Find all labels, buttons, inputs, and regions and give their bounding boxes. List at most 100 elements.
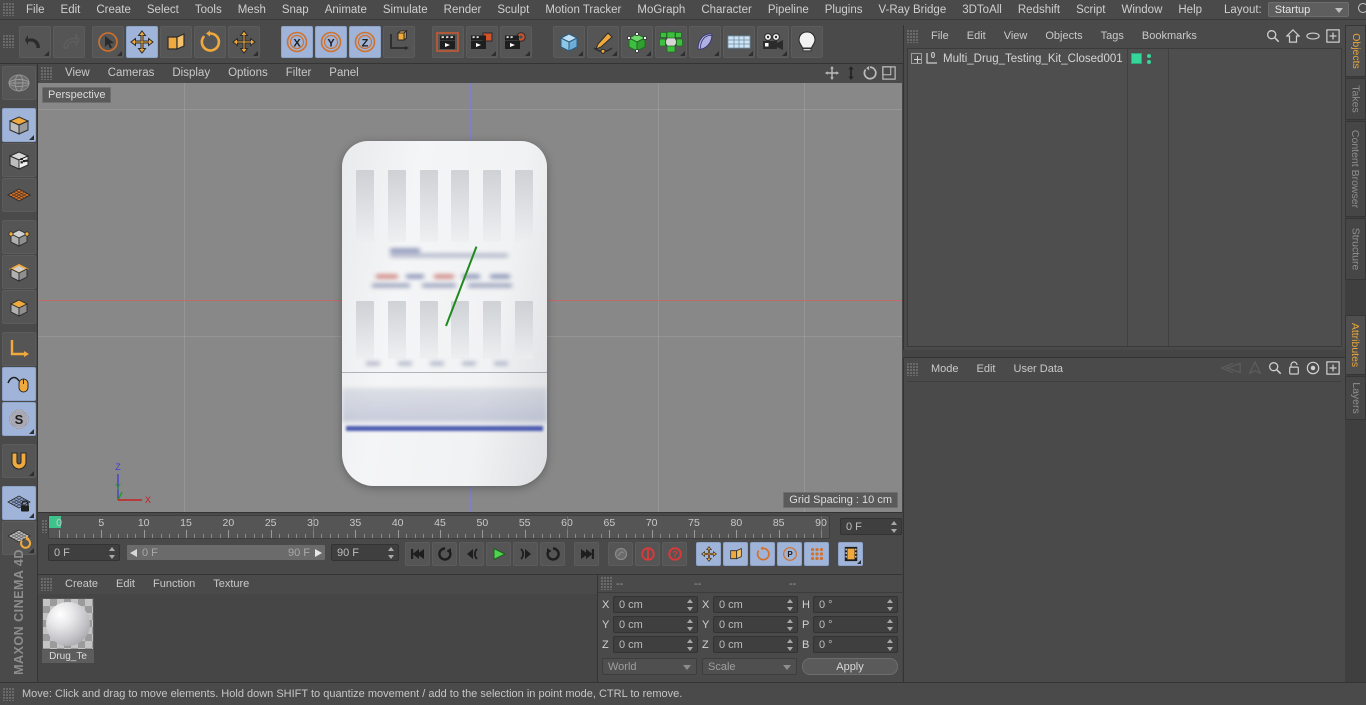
spinner-icon[interactable] [891, 521, 898, 533]
material-manager-grip[interactable] [41, 577, 52, 591]
go-to-end-button[interactable] [574, 542, 599, 566]
camera-button[interactable] [757, 25, 789, 58]
frame-field-right[interactable]: 0 F [840, 518, 902, 535]
timeline-toggle-button[interactable] [838, 542, 863, 566]
menu-snap[interactable]: Snap [274, 0, 317, 20]
workplane-lock-button[interactable] [1, 486, 36, 520]
menu-redshift[interactable]: Redshift [1010, 0, 1068, 20]
menu-render[interactable]: Render [436, 0, 490, 20]
position-x-field[interactable]: 0 cm [613, 596, 698, 613]
green-material-tag-icon[interactable] [1130, 53, 1142, 64]
vertical-tab-objects[interactable]: Objects [1345, 25, 1366, 77]
expand-toggle-icon[interactable] [911, 53, 922, 64]
next-key-button[interactable] [513, 542, 538, 566]
polygons-mode-button[interactable] [1, 290, 36, 324]
menu-animate[interactable]: Animate [317, 0, 375, 20]
material-menu-texture[interactable]: Texture [204, 575, 258, 593]
viewport-menubar-grip[interactable] [41, 67, 52, 80]
viewport-menu-panel[interactable]: Panel [320, 64, 367, 83]
object-menu-tags[interactable]: Tags [1092, 25, 1133, 47]
menu-character[interactable]: Character [693, 0, 760, 20]
range-right-arrow-icon[interactable] [314, 548, 322, 557]
target-icon[interactable] [1306, 361, 1320, 375]
spinner-icon[interactable] [388, 547, 395, 559]
toolbar-grip[interactable] [3, 35, 14, 48]
tag-dots-icon[interactable] [1146, 53, 1151, 64]
light-button[interactable] [791, 25, 823, 58]
spline-pen-button[interactable] [587, 25, 619, 58]
object-tree[interactable]: 0 Multi_Drug_Testing_Kit_Closed001 [907, 48, 1342, 347]
spinner-icon[interactable] [109, 547, 116, 559]
menubar-grip[interactable] [3, 3, 14, 16]
viewport-menu-filter[interactable]: Filter [277, 64, 321, 83]
object-menu-bookmarks[interactable]: Bookmarks [1133, 25, 1206, 47]
spinner-icon[interactable] [887, 619, 894, 631]
object-axis-button[interactable] [1, 332, 36, 366]
points-mode-button[interactable] [1, 220, 36, 254]
size-mode-dropdown[interactable]: Scale [702, 658, 797, 675]
world-object-coordinates-button[interactable] [383, 25, 415, 58]
scale-key-button[interactable] [723, 542, 748, 566]
render-to-picture-viewer-button[interactable] [466, 25, 498, 58]
viewport-menu-cameras[interactable]: Cameras [99, 64, 164, 83]
object-menu-objects[interactable]: Objects [1036, 25, 1091, 47]
bend-deformer-button[interactable] [689, 25, 721, 58]
lock-y-axis-button[interactable]: Y [315, 25, 347, 58]
go-to-start-button[interactable] [405, 542, 430, 566]
vertical-tab-takes[interactable]: Takes [1345, 78, 1366, 120]
live-selection-button[interactable] [92, 25, 124, 58]
attribute-manager-grip[interactable] [907, 362, 918, 376]
lock-z-axis-button[interactable]: Z [349, 25, 381, 58]
multi-drug-testing-kit-model[interactable] [342, 141, 547, 486]
menu-simulate[interactable]: Simulate [375, 0, 436, 20]
position-y-field[interactable]: 0 cm [613, 616, 698, 633]
material-menu-function[interactable]: Function [144, 575, 204, 593]
move-tool-button[interactable] [126, 25, 158, 58]
back-nav-icon[interactable] [1220, 361, 1242, 375]
previous-key-button[interactable] [459, 542, 484, 566]
viewport-solo-button[interactable] [1, 367, 36, 401]
material-list[interactable]: Drug_Te [38, 594, 597, 682]
spinner-icon[interactable] [687, 639, 694, 651]
maximize-icon[interactable] [882, 66, 896, 80]
attribute-menu-mode[interactable]: Mode [922, 358, 968, 380]
point-level-animation-button[interactable] [804, 542, 829, 566]
rotate-tool-button[interactable] [194, 25, 226, 58]
rotation-h-field[interactable]: 0 ° [813, 596, 898, 613]
apply-button[interactable]: Apply [802, 658, 898, 675]
coordinate-system-dropdown[interactable]: World [602, 658, 697, 675]
menu-motion-tracker[interactable]: Motion Tracker [537, 0, 629, 20]
material-menu-create[interactable]: Create [56, 575, 107, 593]
rotate-icon[interactable] [863, 66, 877, 80]
search-icon[interactable] [1357, 2, 1366, 17]
undo-button[interactable] [19, 25, 51, 58]
rotation-key-button[interactable] [750, 542, 775, 566]
menu-window[interactable]: Window [1113, 0, 1170, 20]
status-bar-grip[interactable] [3, 687, 14, 701]
object-menu-file[interactable]: File [922, 25, 958, 47]
pan-icon[interactable] [825, 66, 839, 80]
material-item[interactable]: Drug_Te [42, 598, 94, 663]
end-frame-field[interactable]: 90 F [331, 544, 399, 561]
attribute-content-area[interactable] [907, 381, 1342, 679]
rotation-b-field[interactable]: 0 ° [813, 636, 898, 653]
play-reverse-loop-button[interactable] [432, 542, 457, 566]
edges-mode-button[interactable] [1, 255, 36, 289]
menu-3dtoall[interactable]: 3DToAll [954, 0, 1010, 20]
menu-pipeline[interactable]: Pipeline [760, 0, 817, 20]
play-forward-loop-button[interactable] [540, 542, 565, 566]
menu-plugins[interactable]: Plugins [817, 0, 871, 20]
size-x-field[interactable]: 0 cm [713, 596, 798, 613]
attribute-menu-edit[interactable]: Edit [968, 358, 1005, 380]
spinner-icon[interactable] [687, 599, 694, 611]
viewport-menu-options[interactable]: Options [219, 64, 277, 83]
coordinates-grip[interactable] [601, 577, 612, 590]
object-manager-grip[interactable] [907, 29, 918, 43]
search-icon[interactable] [1268, 361, 1282, 375]
fit-icon[interactable] [1326, 361, 1340, 375]
vertical-tab-layers[interactable]: Layers [1345, 376, 1366, 420]
object-menu-edit[interactable]: Edit [958, 25, 995, 47]
spinner-icon[interactable] [687, 619, 694, 631]
object-row[interactable]: 0 Multi_Drug_Testing_Kit_Closed001 [908, 49, 1341, 68]
nurbs-button[interactable] [621, 25, 653, 58]
